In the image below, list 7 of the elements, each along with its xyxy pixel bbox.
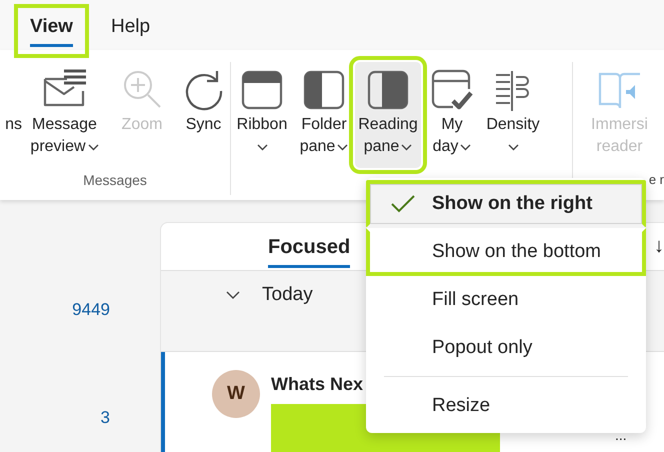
sender-name: Whats Nex [271,374,364,395]
avatar: W [212,370,260,418]
group-label: e r [648,172,664,187]
unread-count: 9449 [72,300,110,320]
group-label: Messages [83,172,147,188]
unread-count: 3 [100,408,110,428]
group-title: Today [262,284,313,306]
